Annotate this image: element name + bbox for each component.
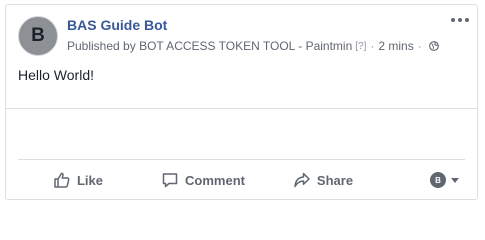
comment-icon	[162, 173, 178, 188]
divider	[18, 159, 465, 160]
help-marker[interactable]: [?]	[355, 41, 366, 52]
audience-selector[interactable]: B	[378, 172, 465, 188]
thumbs-up-icon	[54, 172, 70, 188]
like-button[interactable]: Like	[18, 163, 138, 197]
chevron-down-icon	[451, 177, 459, 183]
post-text: Hello World!	[18, 67, 94, 83]
like-label: Like	[76, 172, 103, 188]
post-timestamp[interactable]: 2 mins	[378, 39, 413, 53]
post-card: B BAS Guide Bot Published by BOT ACCESS …	[5, 4, 478, 200]
more-dot	[458, 18, 462, 22]
globe-icon[interactable]	[428, 41, 439, 51]
comment-label: Comment	[185, 172, 245, 188]
action-bar: Like Comment Share B	[18, 163, 465, 197]
separator: ·	[370, 39, 375, 53]
separator: ·	[417, 39, 422, 53]
byline-prefix: Published by	[67, 39, 136, 53]
page-avatar[interactable]: B	[18, 16, 58, 56]
avatar-letter: B	[31, 25, 45, 46]
page-name-link[interactable]: BAS Guide Bot	[67, 17, 167, 33]
more-options-button[interactable]	[451, 13, 469, 27]
avatar-circle: B	[20, 18, 56, 54]
more-dot	[465, 18, 469, 22]
divider	[6, 108, 477, 109]
post-byline: Published by BOT ACCESS TOKEN TOOL - Pai…	[67, 39, 439, 53]
share-button[interactable]: Share	[268, 163, 378, 197]
audience-avatar: B	[430, 172, 446, 188]
share-label: Share	[316, 172, 354, 188]
app-name-link[interactable]: BOT ACCESS TOKEN TOOL - Paintmin	[139, 39, 352, 53]
share-icon	[294, 172, 310, 188]
more-dot	[451, 18, 455, 22]
comment-button[interactable]: Comment	[138, 163, 268, 197]
